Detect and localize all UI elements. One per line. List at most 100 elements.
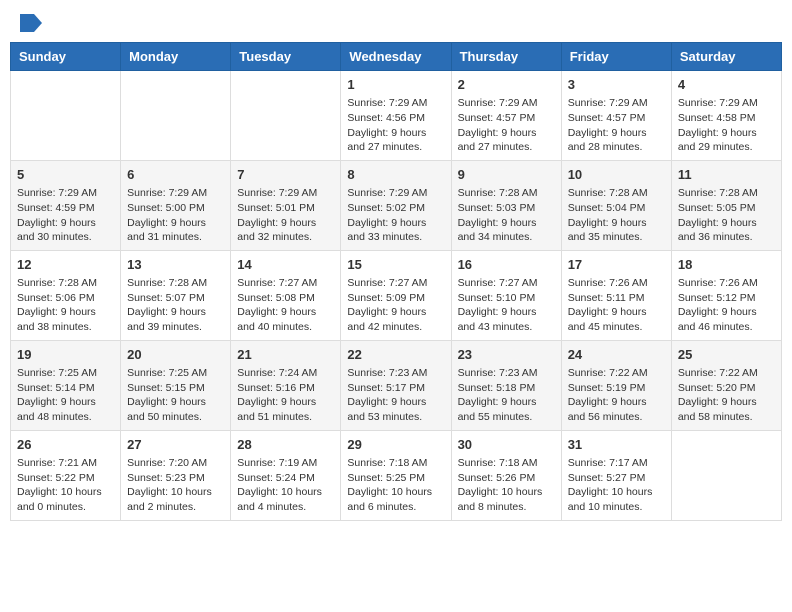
logo-arrow-icon (20, 14, 42, 32)
calendar-cell: 15Sunrise: 7:27 AM Sunset: 5:09 PM Dayli… (341, 250, 451, 340)
logo (18, 14, 44, 30)
calendar-cell: 4 Sunrise: 7:29 AM Sunset: 4:58 PM Daylig… (671, 71, 781, 161)
calendar-cell: 7 Sunrise: 7:29 AM Sunset: 5:01 PM Daylig… (231, 160, 341, 250)
day-info: Sunrise: 7:28 AM Sunset: 5:03 PM Dayligh… (458, 186, 555, 245)
day-info: Sunrise: 7:20 AM Sunset: 5:23 PM Dayligh… (127, 456, 224, 515)
day-info: Sunrise: 7:17 AM Sunset: 5:27 PM Dayligh… (568, 456, 665, 515)
day-number: 16 (458, 256, 555, 274)
day-number: 10 (568, 166, 665, 184)
calendar-cell: 20 Sunrise: 7:25 AM Sunset: 5:15 PM Dayli… (121, 340, 231, 430)
day-number: 4 (678, 76, 775, 94)
calendar-cell (231, 71, 341, 161)
calendar-week-5: 26 Sunrise: 7:21 AM Sunset: 5:22 PM Dayli… (11, 430, 782, 520)
day-info: Sunrise: 7:21 AM Sunset: 5:22 PM Dayligh… (17, 456, 114, 515)
calendar-cell: 26 Sunrise: 7:21 AM Sunset: 5:22 PM Dayli… (11, 430, 121, 520)
calendar-cell: 30 Sunrise: 7:18 AM Sunset: 5:26 PM Dayli… (451, 430, 561, 520)
calendar-cell: 10Sunrise: 7:28 AM Sunset: 5:04 PM Dayli… (561, 160, 671, 250)
day-number: 14 (237, 256, 334, 274)
day-number: 31 (568, 436, 665, 454)
day-number: 11 (678, 166, 775, 184)
calendar-cell: 12 Sunrise: 7:28 AM Sunset: 5:06 PM Dayli… (11, 250, 121, 340)
day-number: 21 (237, 346, 334, 364)
page-header (10, 10, 782, 34)
day-number: 2 (458, 76, 555, 94)
calendar-cell: 28Sunrise: 7:19 AM Sunset: 5:24 PM Dayli… (231, 430, 341, 520)
day-info: Sunrise: 7:26 AM Sunset: 5:11 PM Dayligh… (568, 276, 665, 335)
day-number: 3 (568, 76, 665, 94)
calendar-cell: 14 Sunrise: 7:27 AM Sunset: 5:08 PM Dayli… (231, 250, 341, 340)
day-info: Sunrise: 7:28 AM Sunset: 5:06 PM Dayligh… (17, 276, 114, 335)
day-info: Sunrise: 7:24 AM Sunset: 5:16 PM Dayligh… (237, 366, 334, 425)
day-number: 12 (17, 256, 114, 274)
day-info: Sunrise: 7:22 AM Sunset: 5:19 PM Dayligh… (568, 366, 665, 425)
calendar-cell: 5 Sunrise: 7:29 AM Sunset: 4:59 PM Daylig… (11, 160, 121, 250)
day-number: 7 (237, 166, 334, 184)
day-info: Sunrise: 7:29 AM Sunset: 5:01 PM Dayligh… (237, 186, 334, 245)
calendar-cell (121, 71, 231, 161)
calendar-cell: 29Sunrise: 7:18 AM Sunset: 5:25 PM Dayli… (341, 430, 451, 520)
day-info: Sunrise: 7:27 AM Sunset: 5:10 PM Dayligh… (458, 276, 555, 335)
day-info: Sunrise: 7:27 AM Sunset: 5:09 PM Dayligh… (347, 276, 444, 335)
calendar-cell: 18 Sunrise: 7:26 AM Sunset: 5:12 PM Dayli… (671, 250, 781, 340)
day-number: 20 (127, 346, 224, 364)
day-info: Sunrise: 7:18 AM Sunset: 5:25 PM Dayligh… (347, 456, 444, 515)
calendar-cell: 31 Sunrise: 7:17 AM Sunset: 5:27 PM Dayli… (561, 430, 671, 520)
calendar-week-3: 12 Sunrise: 7:28 AM Sunset: 5:06 PM Dayli… (11, 250, 782, 340)
day-number: 22 (347, 346, 444, 364)
day-number: 5 (17, 166, 114, 184)
weekday-header-row: SundayMondayTuesdayWednesdayThursdayFrid… (11, 43, 782, 71)
day-number: 26 (17, 436, 114, 454)
weekday-header-sunday: Sunday (11, 43, 121, 71)
calendar-cell: 11 Sunrise: 7:28 AM Sunset: 5:05 PM Dayli… (671, 160, 781, 250)
day-info: Sunrise: 7:29 AM Sunset: 5:02 PM Dayligh… (347, 186, 444, 245)
calendar-cell: 9 Sunrise: 7:28 AM Sunset: 5:03 PM Daylig… (451, 160, 561, 250)
calendar-cell: 25 Sunrise: 7:22 AM Sunset: 5:20 PM Dayli… (671, 340, 781, 430)
calendar-week-4: 19Sunrise: 7:25 AM Sunset: 5:14 PM Dayli… (11, 340, 782, 430)
calendar-week-1: 1Sunrise: 7:29 AM Sunset: 4:56 PM Daylig… (11, 71, 782, 161)
day-number: 25 (678, 346, 775, 364)
calendar-cell: 17 Sunrise: 7:26 AM Sunset: 5:11 PM Dayli… (561, 250, 671, 340)
weekday-header-thursday: Thursday (451, 43, 561, 71)
day-info: Sunrise: 7:29 AM Sunset: 4:57 PM Dayligh… (568, 96, 665, 155)
calendar-cell (671, 430, 781, 520)
weekday-header-saturday: Saturday (671, 43, 781, 71)
calendar-cell: 24Sunrise: 7:22 AM Sunset: 5:19 PM Dayli… (561, 340, 671, 430)
calendar-cell: 2 Sunrise: 7:29 AM Sunset: 4:57 PM Daylig… (451, 71, 561, 161)
day-info: Sunrise: 7:27 AM Sunset: 5:08 PM Dayligh… (237, 276, 334, 335)
calendar-cell: 16 Sunrise: 7:27 AM Sunset: 5:10 PM Dayli… (451, 250, 561, 340)
calendar-table: SundayMondayTuesdayWednesdayThursdayFrid… (10, 42, 782, 521)
day-number: 30 (458, 436, 555, 454)
day-number: 6 (127, 166, 224, 184)
day-info: Sunrise: 7:23 AM Sunset: 5:18 PM Dayligh… (458, 366, 555, 425)
day-info: Sunrise: 7:23 AM Sunset: 5:17 PM Dayligh… (347, 366, 444, 425)
weekday-header-tuesday: Tuesday (231, 43, 341, 71)
day-info: Sunrise: 7:29 AM Sunset: 4:56 PM Dayligh… (347, 96, 444, 155)
day-number: 28 (237, 436, 334, 454)
day-info: Sunrise: 7:25 AM Sunset: 5:15 PM Dayligh… (127, 366, 224, 425)
day-info: Sunrise: 7:18 AM Sunset: 5:26 PM Dayligh… (458, 456, 555, 515)
calendar-cell: 8Sunrise: 7:29 AM Sunset: 5:02 PM Daylig… (341, 160, 451, 250)
day-number: 13 (127, 256, 224, 274)
calendar-cell: 3 Sunrise: 7:29 AM Sunset: 4:57 PM Daylig… (561, 71, 671, 161)
calendar-cell: 6Sunrise: 7:29 AM Sunset: 5:00 PM Daylig… (121, 160, 231, 250)
weekday-header-wednesday: Wednesday (341, 43, 451, 71)
calendar-cell: 1Sunrise: 7:29 AM Sunset: 4:56 PM Daylig… (341, 71, 451, 161)
calendar-cell: 21 Sunrise: 7:24 AM Sunset: 5:16 PM Dayli… (231, 340, 341, 430)
calendar-cell: 22 Sunrise: 7:23 AM Sunset: 5:17 PM Dayli… (341, 340, 451, 430)
weekday-header-friday: Friday (561, 43, 671, 71)
day-number: 19 (17, 346, 114, 364)
day-info: Sunrise: 7:26 AM Sunset: 5:12 PM Dayligh… (678, 276, 775, 335)
calendar-week-2: 5 Sunrise: 7:29 AM Sunset: 4:59 PM Daylig… (11, 160, 782, 250)
day-info: Sunrise: 7:29 AM Sunset: 4:57 PM Dayligh… (458, 96, 555, 155)
day-info: Sunrise: 7:22 AM Sunset: 5:20 PM Dayligh… (678, 366, 775, 425)
calendar-cell: 19Sunrise: 7:25 AM Sunset: 5:14 PM Dayli… (11, 340, 121, 430)
day-info: Sunrise: 7:28 AM Sunset: 5:05 PM Dayligh… (678, 186, 775, 245)
day-number: 18 (678, 256, 775, 274)
day-info: Sunrise: 7:29 AM Sunset: 4:58 PM Dayligh… (678, 96, 775, 155)
day-info: Sunrise: 7:28 AM Sunset: 5:07 PM Dayligh… (127, 276, 224, 335)
day-info: Sunrise: 7:29 AM Sunset: 4:59 PM Dayligh… (17, 186, 114, 245)
weekday-header-monday: Monday (121, 43, 231, 71)
calendar-cell: 13 Sunrise: 7:28 AM Sunset: 5:07 PM Dayli… (121, 250, 231, 340)
day-number: 9 (458, 166, 555, 184)
day-number: 17 (568, 256, 665, 274)
